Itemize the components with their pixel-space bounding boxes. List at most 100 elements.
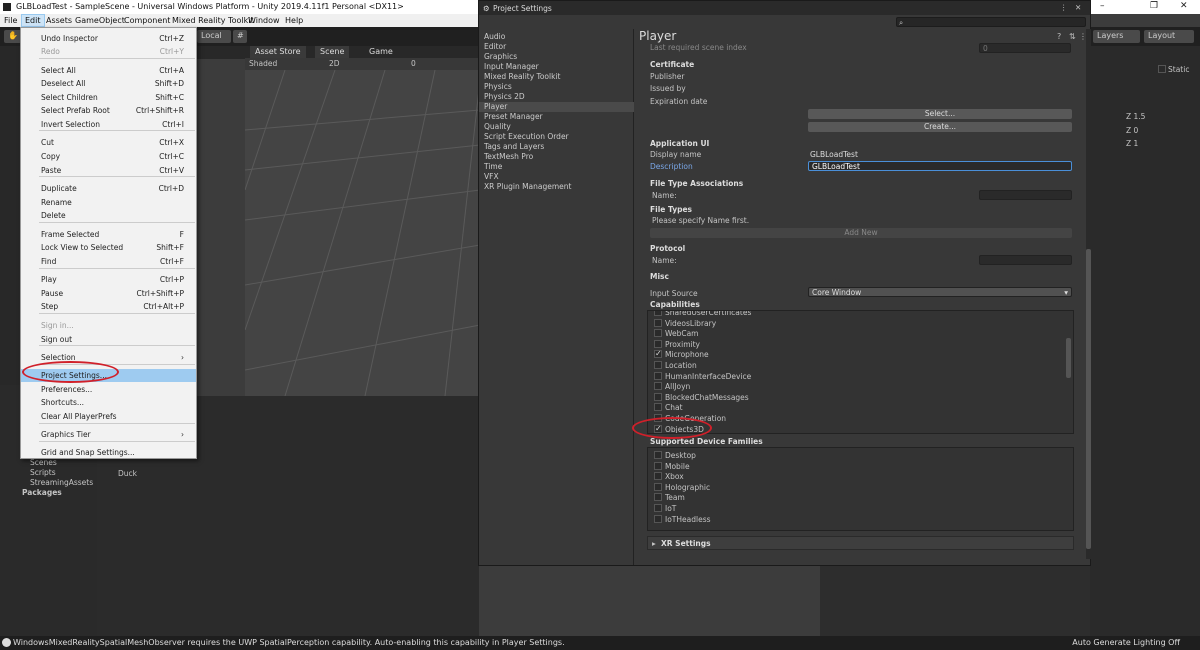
edit-menu-item-delete[interactable]: Delete: [21, 209, 196, 222]
xr-settings-foldout[interactable]: ▸ XR Settings: [647, 536, 1074, 550]
edit-menu-item-select-prefab-root[interactable]: Select Prefab Root Ctrl+Shift+R: [21, 104, 196, 117]
checkbox-videoslibrary[interactable]: [654, 318, 662, 327]
nav-item-time[interactable]: Time: [484, 162, 632, 172]
maximize-button[interactable]: ❐: [1150, 1, 1158, 11]
nav-item-graphics[interactable]: Graphics: [484, 52, 632, 62]
edit-menu-item-cut[interactable]: Cut Ctrl+X: [21, 136, 196, 149]
transform-z-2[interactable]: Z 0: [1126, 126, 1138, 135]
edit-menu-item-clear-all-playerprefs[interactable]: Clear All PlayerPrefs: [21, 410, 196, 423]
layout-dropdown[interactable]: Layout: [1144, 30, 1194, 43]
nav-item-player[interactable]: Player: [479, 102, 634, 112]
menu-component[interactable]: Component: [124, 16, 170, 25]
menu-file[interactable]: File: [4, 16, 17, 25]
asset-duck[interactable]: Duck: [118, 469, 137, 478]
file-type-name-input[interactable]: [979, 190, 1072, 200]
device-families-list[interactable]: Desktop Mobile Xbox Holographic Team IoT IoTHe…: [647, 447, 1074, 531]
nav-item-editor[interactable]: Editor: [484, 42, 632, 52]
edit-menu-item-find[interactable]: Find Ctrl+F: [21, 255, 196, 268]
checkbox-mobile[interactable]: [654, 461, 662, 470]
nav-item-tags-and-layers[interactable]: Tags and Layers: [484, 142, 632, 152]
tree-item-packages[interactable]: Packages: [22, 488, 62, 497]
settings-scrollbar[interactable]: [1086, 29, 1091, 559]
tree-item-streamingassets[interactable]: StreamingAssets: [30, 478, 93, 487]
static-checkbox[interactable]: [1158, 65, 1166, 73]
nav-item-mixed-reality-toolkit[interactable]: Mixed Reality Toolkit: [484, 72, 632, 82]
certificate-create-button[interactable]: Create...: [808, 122, 1072, 132]
checkbox-microphone[interactable]: [654, 349, 662, 359]
nav-item-audio[interactable]: Audio: [484, 32, 632, 42]
edit-menu-item-select-children[interactable]: Select Children Shift+C: [21, 91, 196, 104]
menu-edit[interactable]: Edit: [21, 14, 45, 27]
menu-mixed-reality-toolkit[interactable]: Mixed Reality Toolkit: [172, 16, 254, 25]
add-new-file-type-button[interactable]: Add New: [650, 228, 1072, 238]
edit-menu-item-duplicate[interactable]: Duplicate Ctrl+D: [21, 182, 196, 195]
edit-menu-item-pause[interactable]: Pause Ctrl+Shift+P: [21, 287, 196, 300]
nav-item-textmesh-pro[interactable]: TextMesh Pro: [484, 152, 632, 162]
transform-z-1[interactable]: Z 1.5: [1126, 112, 1145, 121]
edit-menu-item-sign-in[interactable]: Sign in...: [21, 319, 196, 332]
2d-toggle[interactable]: 2D: [329, 59, 340, 68]
checkbox-humaninterfacedevice[interactable]: [654, 371, 662, 380]
certificate-select-button[interactable]: Select...: [808, 109, 1072, 119]
capabilities-list[interactable]: SharedUserCertificates VideosLibrary WebCa…: [647, 310, 1074, 434]
layers-dropdown[interactable]: Layers: [1093, 30, 1140, 43]
description-input[interactable]: GLBLoadTest: [808, 161, 1072, 171]
gizmo-count[interactable]: 0: [411, 59, 416, 68]
shading-mode-dropdown[interactable]: Shaded: [249, 59, 277, 68]
checkbox-sharedusercertificates[interactable]: [654, 311, 662, 316]
grid-snap-icon[interactable]: #: [233, 30, 247, 43]
capabilities-scroll-thumb[interactable]: [1066, 338, 1071, 378]
edit-menu-item-graphics-tier[interactable]: Graphics Tier ›: [21, 428, 196, 441]
scene-view[interactable]: [245, 70, 480, 396]
tree-item-scripts[interactable]: Scripts: [30, 468, 56, 477]
transform-z-3[interactable]: Z 1: [1126, 139, 1138, 148]
checkbox-iotheadless[interactable]: [654, 514, 662, 523]
tree-item-scenes[interactable]: Scenes: [30, 458, 57, 467]
nav-item-physics[interactable]: Physics: [484, 82, 632, 92]
edit-menu-item-deselect-all[interactable]: Deselect All Shift+D: [21, 77, 196, 90]
edit-menu-item-frame-selected[interactable]: Frame Selected F: [21, 228, 196, 241]
checkbox-iot[interactable]: [654, 504, 662, 512]
status-message[interactable]: WindowsMixedRealitySpatialMeshObserver r…: [13, 638, 565, 647]
nav-item-preset-manager[interactable]: Preset Manager: [484, 112, 632, 122]
edit-menu-item-preferences[interactable]: Preferences...: [21, 383, 196, 396]
preset-icon[interactable]: ⇅: [1069, 32, 1076, 41]
menu-assets[interactable]: Assets: [46, 16, 72, 25]
edit-menu-item-step[interactable]: Step Ctrl+Alt+P: [21, 300, 196, 313]
settings-scroll-thumb[interactable]: [1086, 249, 1091, 549]
window-close-icon[interactable]: ✕: [1075, 3, 1081, 12]
checkbox-blockedchatmessages[interactable]: [654, 392, 662, 401]
edit-menu-item-grid-and-snap-settings[interactable]: Grid and Snap Settings...: [21, 446, 196, 459]
menu-window[interactable]: Window: [248, 16, 280, 25]
edit-menu-item-select-all[interactable]: Select All Ctrl+A: [21, 64, 196, 77]
checkbox-holographic[interactable]: [654, 482, 662, 491]
checkbox-chat[interactable]: [654, 403, 662, 412]
nav-item-input-manager[interactable]: Input Manager: [484, 62, 632, 72]
edit-menu-item-redo[interactable]: Redo Ctrl+Y: [21, 45, 196, 58]
edit-menu-item-shortcuts[interactable]: Shortcuts...: [21, 396, 196, 409]
edit-menu-item-copy[interactable]: Copy Ctrl+C: [21, 150, 196, 163]
edit-menu-item-lock-view-to-selected[interactable]: Lock View to Selected Shift+F: [21, 241, 196, 254]
protocol-name-input[interactable]: [979, 255, 1072, 265]
close-button[interactable]: ✕: [1180, 1, 1188, 11]
checkbox-proximity[interactable]: [654, 339, 662, 348]
menu-gameobject[interactable]: GameObject: [75, 16, 125, 25]
nav-item-physics-2d[interactable]: Physics 2D: [484, 92, 632, 102]
settings-search-input[interactable]: ⌕: [896, 17, 1086, 27]
checkbox-xbox[interactable]: [654, 472, 662, 481]
checkbox-alljoyn[interactable]: [654, 382, 662, 391]
checkbox-desktop[interactable]: [654, 451, 662, 459]
checkbox-team[interactable]: [654, 493, 662, 502]
nav-item-xr-plugin-management[interactable]: XR Plugin Management: [484, 182, 632, 192]
auto-lighting-status[interactable]: Auto Generate Lighting Off: [1072, 638, 1180, 647]
minimize-button[interactable]: –: [1100, 1, 1105, 11]
menu-help[interactable]: Help: [285, 16, 303, 25]
window-menu-icon[interactable]: ⋮: [1060, 3, 1068, 12]
checkbox-webcam[interactable]: [654, 329, 662, 338]
nav-item-quality[interactable]: Quality: [484, 122, 632, 132]
checkbox-location[interactable]: [654, 361, 662, 369]
display-name-value[interactable]: GLBLoadTest: [810, 150, 858, 159]
nav-item-script-execution-order[interactable]: Script Execution Order: [484, 132, 632, 142]
edit-menu-item-play[interactable]: Play Ctrl+P: [21, 273, 196, 286]
edit-menu-item-undo-inspector[interactable]: Undo Inspector Ctrl+Z: [21, 32, 196, 45]
